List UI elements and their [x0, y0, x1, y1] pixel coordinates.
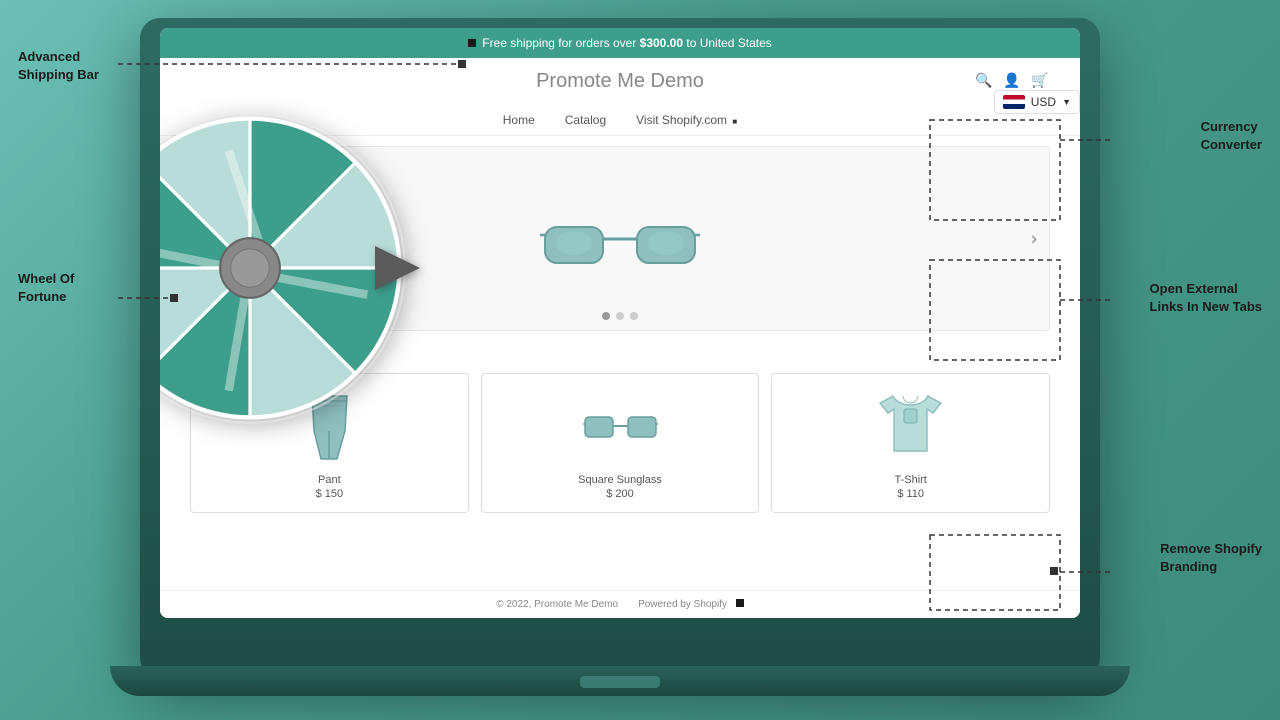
product-card-tshirt[interactable]: T-Shirt $ 110: [771, 373, 1050, 513]
annotation-currency: Currency Converter: [1201, 118, 1262, 154]
shipping-bar: Free shipping for orders over $300.00 to…: [160, 28, 1080, 58]
sunglass-name: Square Sunglass: [578, 474, 662, 486]
screen-bezel: Free shipping for orders over $300.00 to…: [160, 28, 1080, 618]
shipping-prefix: Free shipping for orders over: [482, 36, 639, 50]
wheel-of-fortune[interactable]: [160, 108, 410, 428]
footer-powered: Powered by Shopify: [638, 599, 744, 610]
nav-home[interactable]: Home: [503, 113, 535, 127]
annotation-wheel: Wheel Of Fortune: [18, 270, 74, 306]
shipping-amount: $300.00: [640, 36, 683, 50]
footer-dot: [736, 599, 744, 607]
shipping-suffix: to United States: [683, 36, 772, 50]
shipping-bar-text: Free shipping for orders over $300.00 to…: [482, 36, 772, 50]
shipping-bar-dot: [468, 39, 476, 47]
carousel-dots: [602, 312, 638, 320]
tshirt-image: [871, 386, 951, 466]
annotation-shipping-bar: Advanced Shipping Bar: [18, 48, 99, 84]
annotation-external: Open External Links In New Tabs: [1150, 280, 1262, 316]
currency-code: USD: [1031, 95, 1056, 109]
nav-catalog[interactable]: Catalog: [565, 113, 606, 127]
pant-price: $ 150: [316, 488, 344, 500]
currency-selector[interactable]: USD ▼: [994, 90, 1080, 114]
footer-copyright: © 2022, Promote Me Demo: [496, 599, 618, 610]
search-icon[interactable]: 🔍: [974, 70, 994, 90]
wheel-arrow: [375, 246, 420, 290]
dot-3[interactable]: [630, 312, 638, 320]
trackpad[interactable]: [580, 676, 660, 688]
dot-2[interactable]: [616, 312, 624, 320]
laptop-screen: Free shipping for orders over $300.00 to…: [160, 28, 1080, 618]
sunglass-price: $ 200: [606, 488, 634, 500]
external-link-indicator: ■: [732, 117, 737, 126]
sunglass-image: [580, 386, 660, 466]
flag-icon: [1003, 95, 1025, 109]
account-icon[interactable]: 👤: [1002, 70, 1022, 90]
store-footer: © 2022, Promote Me Demo Powered by Shopi…: [160, 590, 1080, 618]
product-card-sunglass[interactable]: Square Sunglass $ 200: [481, 373, 760, 513]
store-title: Promote Me Demo: [536, 70, 704, 93]
nav-visit-shopify[interactable]: Visit Shopify.com ■: [636, 113, 737, 127]
tshirt-name: T-Shirt: [894, 474, 926, 486]
laptop-body: Free shipping for orders over $300.00 to…: [140, 18, 1100, 678]
laptop-bottom: [110, 666, 1130, 696]
dot-1[interactable]: [602, 312, 610, 320]
carousel-next[interactable]: ›: [1031, 228, 1037, 249]
pant-name: Pant: [318, 474, 341, 486]
annotation-remove-branding: Remove Shopify Branding: [1160, 540, 1262, 576]
cart-icon[interactable]: 🛒: [1030, 70, 1050, 90]
tshirt-price: $ 110: [897, 488, 924, 500]
currency-dropdown-icon: ▼: [1062, 97, 1071, 107]
hero-sunglasses: [540, 199, 700, 279]
